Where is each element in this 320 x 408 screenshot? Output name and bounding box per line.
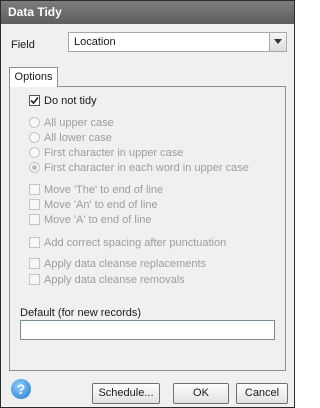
checkbox-box [29,214,40,225]
data-tidy-dialog: Data Tidy Field Location Options Do not … [0,0,295,408]
checkbox-box [29,237,40,248]
default-label: Default (for new records) [20,307,142,319]
default-input[interactable] [20,320,275,340]
ok-button[interactable]: OK [173,383,229,404]
schedule-button[interactable]: Schedule... [92,383,160,404]
field-select[interactable]: Location [68,32,287,52]
radio-circle [29,147,40,158]
radio-label: All lower case [44,132,112,144]
chevron-down-icon[interactable] [269,33,286,51]
checkbox-box [29,184,40,195]
cancel-button[interactable]: Cancel [236,383,288,404]
checkbox-label: Apply data cleanse replacements [44,258,207,270]
checkbox-box [29,274,40,285]
checkbox-label: Move 'A' to end of line [44,214,152,226]
checkbox-label: Apply data cleanse removals [44,274,185,286]
checkbox-label: Move 'The' to end of line [44,184,164,196]
field-label: Field [11,39,35,51]
checkbox-box [29,199,40,210]
radio-label: First character in each word in upper ca… [44,162,249,174]
radio-label: All upper case [44,117,114,129]
radio-circle [29,132,40,143]
radio-circle [29,162,40,173]
window-title: Data Tidy [1,1,294,24]
help-icon[interactable]: ? [11,379,31,399]
radio-label: First character in upper case [44,147,184,159]
checkbox-label: Add correct spacing after punctuation [44,237,227,249]
tab-options[interactable]: Options [9,67,58,87]
do-not-tidy-label: Do not tidy [44,95,97,107]
checkbox-box [29,95,40,106]
radio-circle [29,117,40,128]
field-select-value: Location [74,36,116,48]
checkbox-label: Move 'An' to end of line [44,199,158,211]
checkbox-box [29,258,40,269]
